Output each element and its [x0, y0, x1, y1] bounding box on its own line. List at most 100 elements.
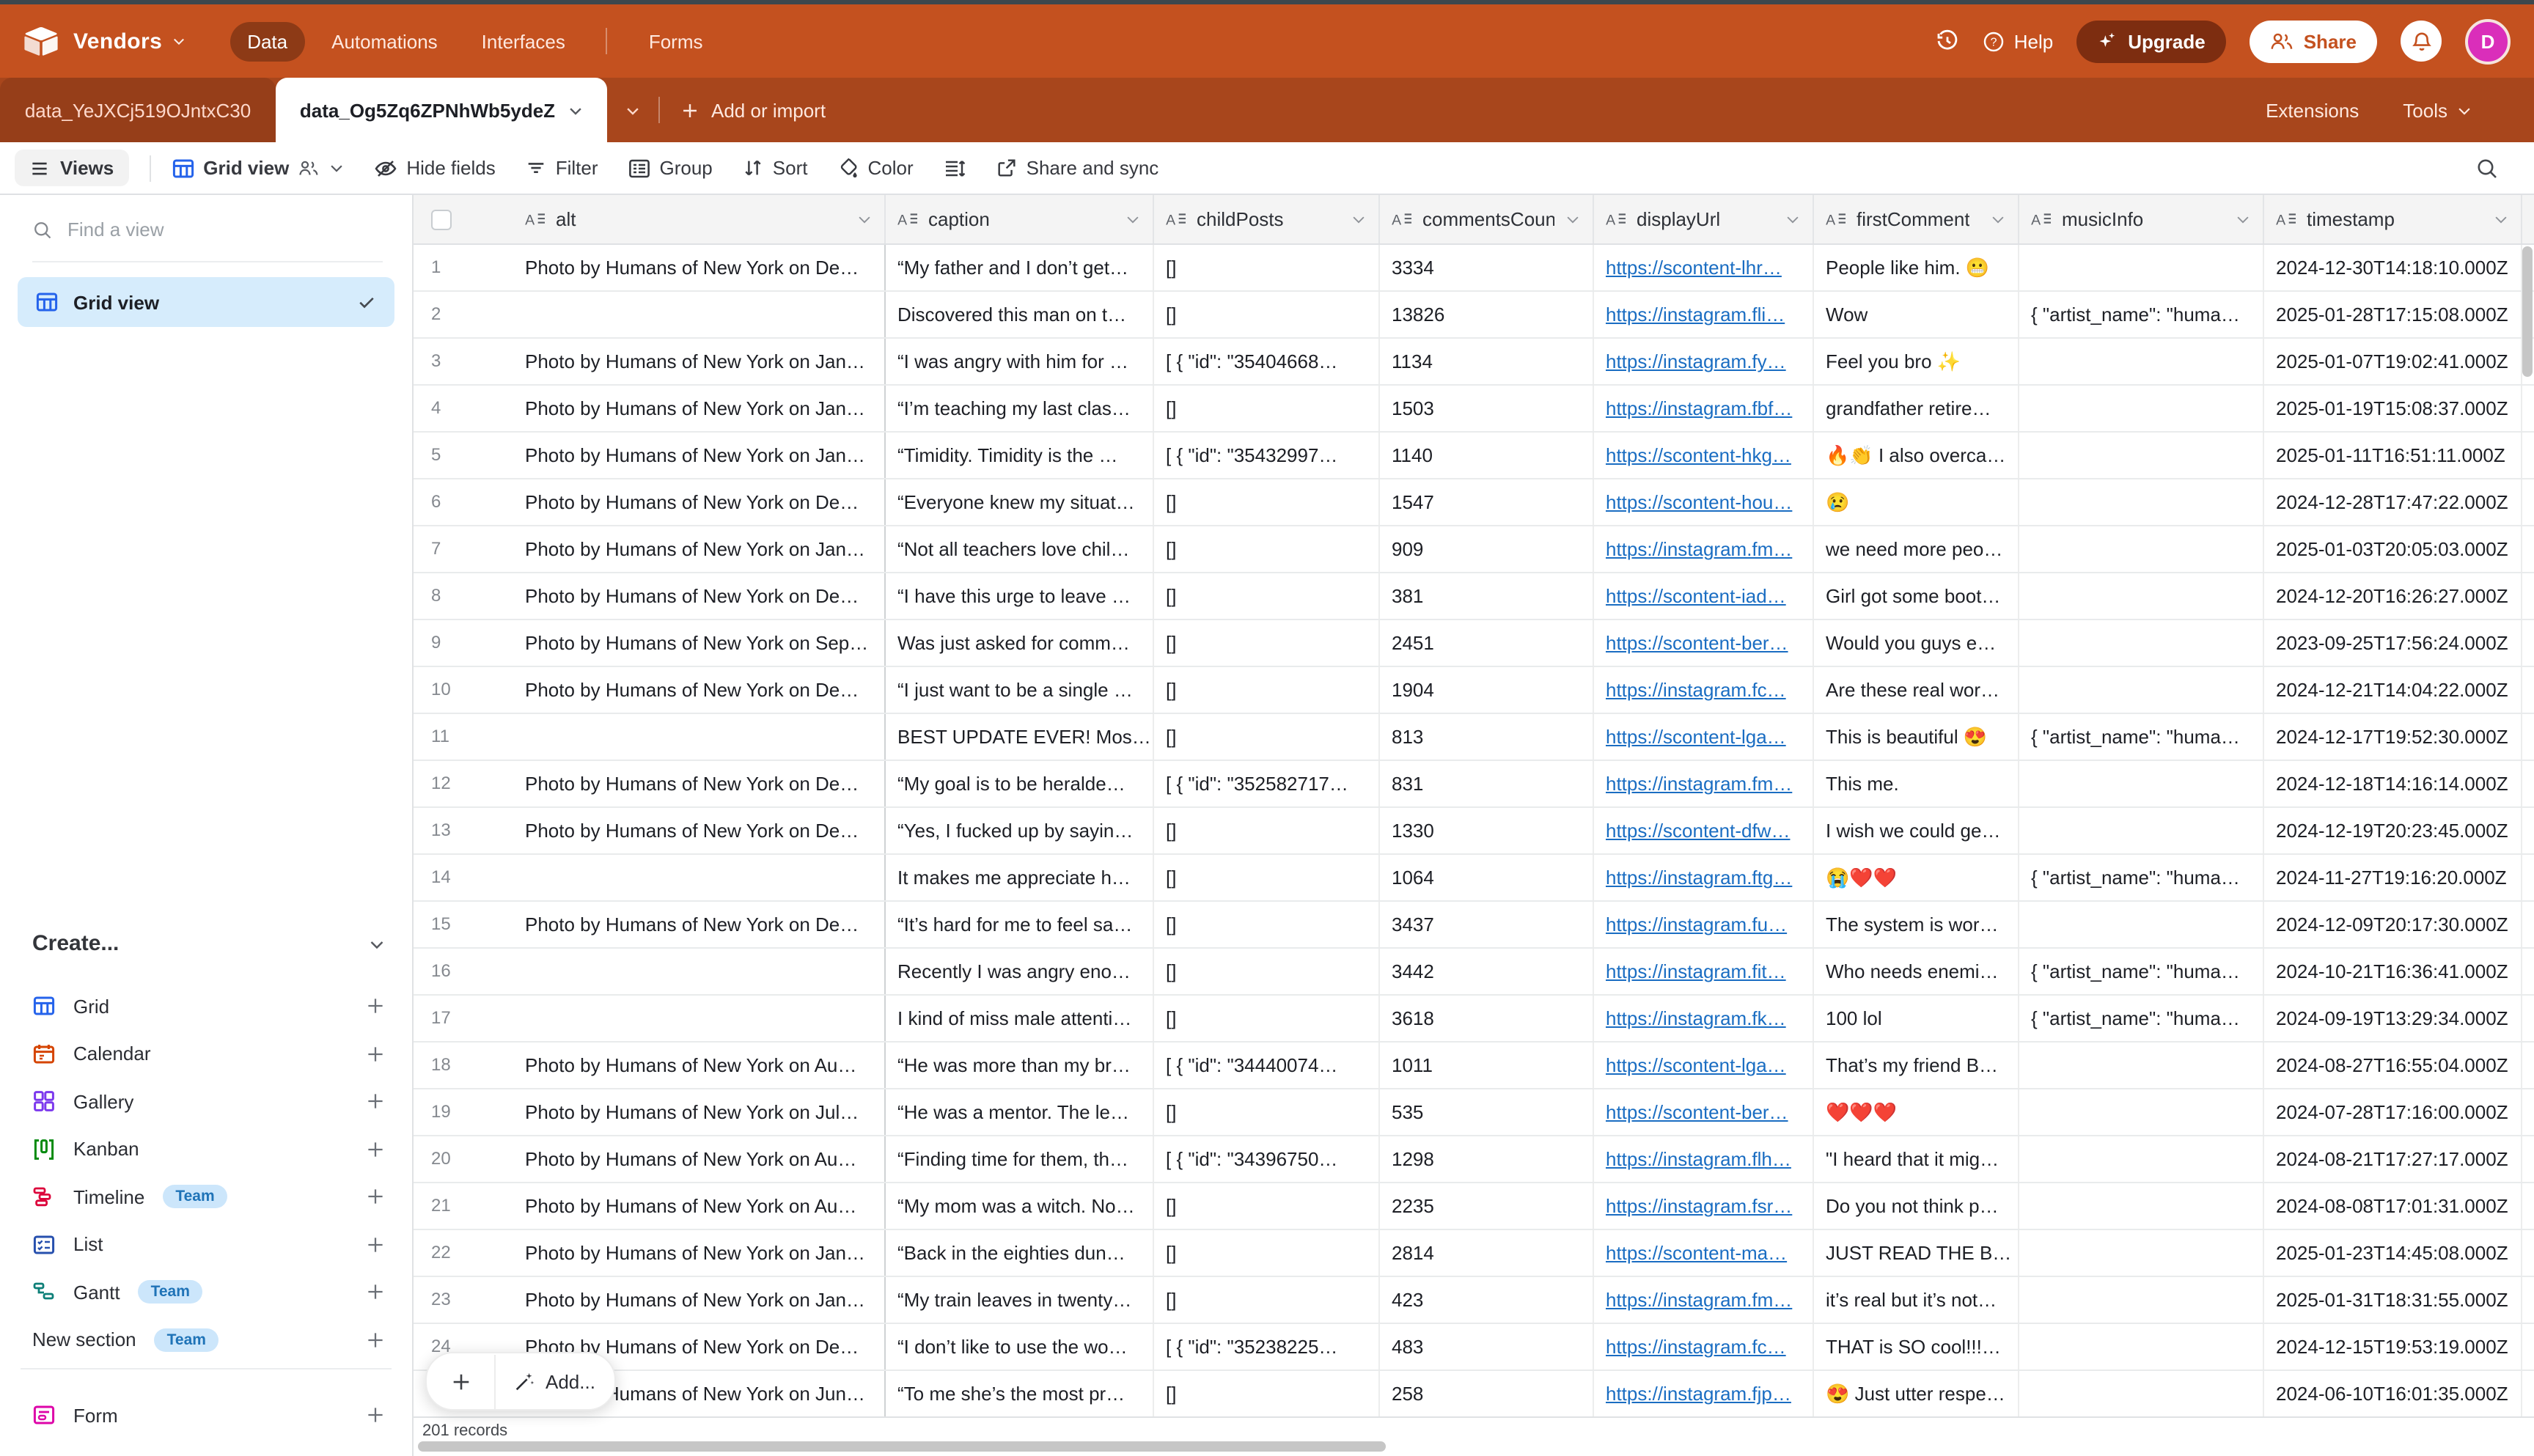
cell-displayUrl[interactable]: https://instagram.fc…: [1594, 1324, 1814, 1369]
cell-musicInfo[interactable]: [2019, 667, 2264, 713]
cell-displayUrl[interactable]: https://scontent-ma…: [1594, 1230, 1814, 1276]
cell-timestamp[interactable]: 2025-01-31T18:31:55.000Z: [2264, 1277, 2522, 1323]
column-chevron-icon[interactable]: [2235, 211, 2251, 227]
cell-firstComment[interactable]: Girl got some boot…: [1814, 573, 2019, 619]
hide-fields-button[interactable]: Hide fields: [374, 156, 495, 180]
cell-childPosts[interactable]: []: [1154, 526, 1380, 572]
row-number[interactable]: 19: [414, 1089, 513, 1135]
cell-timestamp[interactable]: 2024-12-09T20:17:30.000Z: [2264, 902, 2522, 947]
create-view-item-gantt[interactable]: GanttTeam: [0, 1268, 412, 1316]
row-number[interactable]: 7: [414, 526, 513, 572]
cell-timestamp[interactable]: 2024-12-20T16:26:27.000Z: [2264, 573, 2522, 619]
column-header-firstComment[interactable]: AfirstComment: [1814, 195, 2019, 243]
cell-alt[interactable]: Photo by Humans of New York on Au…: [513, 1136, 886, 1182]
cell-caption[interactable]: It makes me appreciate h…: [886, 855, 1154, 900]
cell-timestamp[interactable]: 2023-09-25T17:56:24.000Z: [2264, 620, 2522, 666]
cell-childPosts[interactable]: []: [1154, 479, 1380, 525]
cell-displayUrl[interactable]: https://scontent-ber…: [1594, 1089, 1814, 1135]
nav-tab-automations[interactable]: Automations: [314, 21, 455, 61]
cell-musicInfo[interactable]: [2019, 1043, 2264, 1088]
create-view-item-kanban[interactable]: Kanban: [0, 1125, 412, 1173]
column-chevron-icon[interactable]: [1351, 211, 1367, 227]
color-button[interactable]: Color: [837, 157, 913, 179]
row-number[interactable]: 15: [414, 902, 513, 947]
cell-timestamp[interactable]: 2025-01-23T14:45:08.000Z: [2264, 1230, 2522, 1276]
notifications-button[interactable]: [2401, 21, 2442, 62]
create-view-item-calendar[interactable]: Calendar: [0, 1030, 412, 1078]
column-header-musicInfo[interactable]: AmusicInfo: [2019, 195, 2264, 243]
cell-commentsCount[interactable]: 2451: [1380, 620, 1594, 666]
column-chevron-icon[interactable]: [1990, 211, 2006, 227]
cell-caption[interactable]: “He was more than my br…: [886, 1043, 1154, 1088]
cell-firstComment[interactable]: I wish we could ge…: [1814, 808, 2019, 853]
display-url-link[interactable]: https://instagram.fm…: [1606, 773, 1792, 795]
cell-caption[interactable]: “My goal is to be heralde…: [886, 761, 1154, 806]
row-number[interactable]: 8: [414, 573, 513, 619]
cell-firstComment[interactable]: People like him. 😬: [1814, 245, 2019, 290]
airtable-logo-icon[interactable]: [23, 26, 59, 56]
cell-alt[interactable]: [513, 949, 886, 994]
display-url-link[interactable]: https://scontent-hkg…: [1606, 444, 1791, 466]
cell-timestamp[interactable]: 2024-08-27T16:55:04.000Z: [2264, 1043, 2522, 1088]
row-number[interactable]: 9: [414, 620, 513, 666]
cell-commentsCount[interactable]: 1904: [1380, 667, 1594, 713]
row-number[interactable]: 16: [414, 949, 513, 994]
cell-musicInfo[interactable]: { "artist_name": "huma…: [2019, 714, 2264, 760]
cell-alt[interactable]: [513, 855, 886, 900]
cell-musicInfo[interactable]: [2019, 808, 2264, 853]
views-button[interactable]: Views: [15, 150, 128, 186]
add-or-import-button[interactable]: Add or import: [660, 78, 846, 142]
cell-firstComment[interactable]: "I heard that it mig…: [1814, 1136, 2019, 1182]
row-number[interactable]: 21: [414, 1183, 513, 1229]
cell-displayUrl[interactable]: https://scontent-dfw…: [1594, 808, 1814, 853]
cell-commentsCount[interactable]: 1298: [1380, 1136, 1594, 1182]
row-number[interactable]: 17: [414, 996, 513, 1041]
create-view-item-new-section[interactable]: New sectionTeam: [0, 1316, 412, 1364]
cell-caption[interactable]: “To me she’s the most pr…: [886, 1371, 1154, 1416]
cell-displayUrl[interactable]: https://instagram.flh…: [1594, 1136, 1814, 1182]
cell-commentsCount[interactable]: 2814: [1380, 1230, 1594, 1276]
display-url-link[interactable]: https://scontent-lhr…: [1606, 257, 1782, 279]
add-record-button[interactable]: [427, 1370, 494, 1392]
display-url-link[interactable]: https://instagram.fk…: [1606, 1007, 1786, 1029]
row-number[interactable]: 11: [414, 714, 513, 760]
cell-timestamp[interactable]: 2024-12-28T17:47:22.000Z: [2264, 479, 2522, 525]
display-url-link[interactable]: https://instagram.flh…: [1606, 1148, 1791, 1170]
cell-displayUrl[interactable]: https://instagram.fy…: [1594, 339, 1814, 384]
cell-timestamp[interactable]: 2024-12-17T19:52:30.000Z: [2264, 714, 2522, 760]
find-view-search[interactable]: Find a view: [32, 218, 383, 262]
row-number[interactable]: 13: [414, 808, 513, 853]
cell-caption[interactable]: “I have this urge to leave …: [886, 573, 1154, 619]
cell-caption[interactable]: “Not all teachers love chil…: [886, 526, 1154, 572]
cell-timestamp[interactable]: 2024-07-28T17:16:00.000Z: [2264, 1089, 2522, 1135]
avatar[interactable]: D: [2465, 18, 2511, 64]
cell-firstComment[interactable]: ❤️❤️❤️: [1814, 1089, 2019, 1135]
cell-commentsCount[interactable]: 1330: [1380, 808, 1594, 853]
cell-alt[interactable]: Photo by Humans of New York on De…: [513, 808, 886, 853]
upgrade-button[interactable]: Upgrade: [2076, 20, 2225, 62]
cell-caption[interactable]: “I’m teaching my last clas…: [886, 386, 1154, 431]
cell-caption[interactable]: “My father and I don’t get…: [886, 245, 1154, 290]
cell-commentsCount[interactable]: 3442: [1380, 949, 1594, 994]
cell-firstComment[interactable]: Are these real wor…: [1814, 667, 2019, 713]
cell-musicInfo[interactable]: [2019, 245, 2264, 290]
cell-displayUrl[interactable]: https://instagram.fsr…: [1594, 1183, 1814, 1229]
cell-timestamp[interactable]: 2024-06-10T16:01:35.000Z: [2264, 1371, 2522, 1416]
cell-alt[interactable]: Photo by Humans of New York on Jan…: [513, 1277, 886, 1323]
cell-childPosts[interactable]: [ { "id": "35238225…: [1154, 1324, 1380, 1369]
cell-musicInfo[interactable]: [2019, 761, 2264, 806]
cell-childPosts[interactable]: [ { "id": "352582717…: [1154, 761, 1380, 806]
cell-childPosts[interactable]: [ { "id": "35432997…: [1154, 433, 1380, 478]
cell-musicInfo[interactable]: [2019, 1183, 2264, 1229]
cell-displayUrl[interactable]: https://instagram.fjp…: [1594, 1371, 1814, 1416]
cell-musicInfo[interactable]: { "artist_name": "huma…: [2019, 949, 2264, 994]
cell-musicInfo[interactable]: [2019, 1089, 2264, 1135]
cell-firstComment[interactable]: THAT is SO cool!!!…: [1814, 1324, 2019, 1369]
cell-timestamp[interactable]: 2025-01-11T16:51:11.000Z: [2264, 433, 2522, 478]
cell-firstComment[interactable]: Would you guys e…: [1814, 620, 2019, 666]
vertical-scrollbar[interactable]: [2522, 246, 2533, 377]
cell-alt[interactable]: Photo by Humans of New York on Jan…: [513, 1230, 886, 1276]
cell-childPosts[interactable]: []: [1154, 620, 1380, 666]
cell-commentsCount[interactable]: 909: [1380, 526, 1594, 572]
help-button[interactable]: ? Help: [1983, 30, 2054, 52]
